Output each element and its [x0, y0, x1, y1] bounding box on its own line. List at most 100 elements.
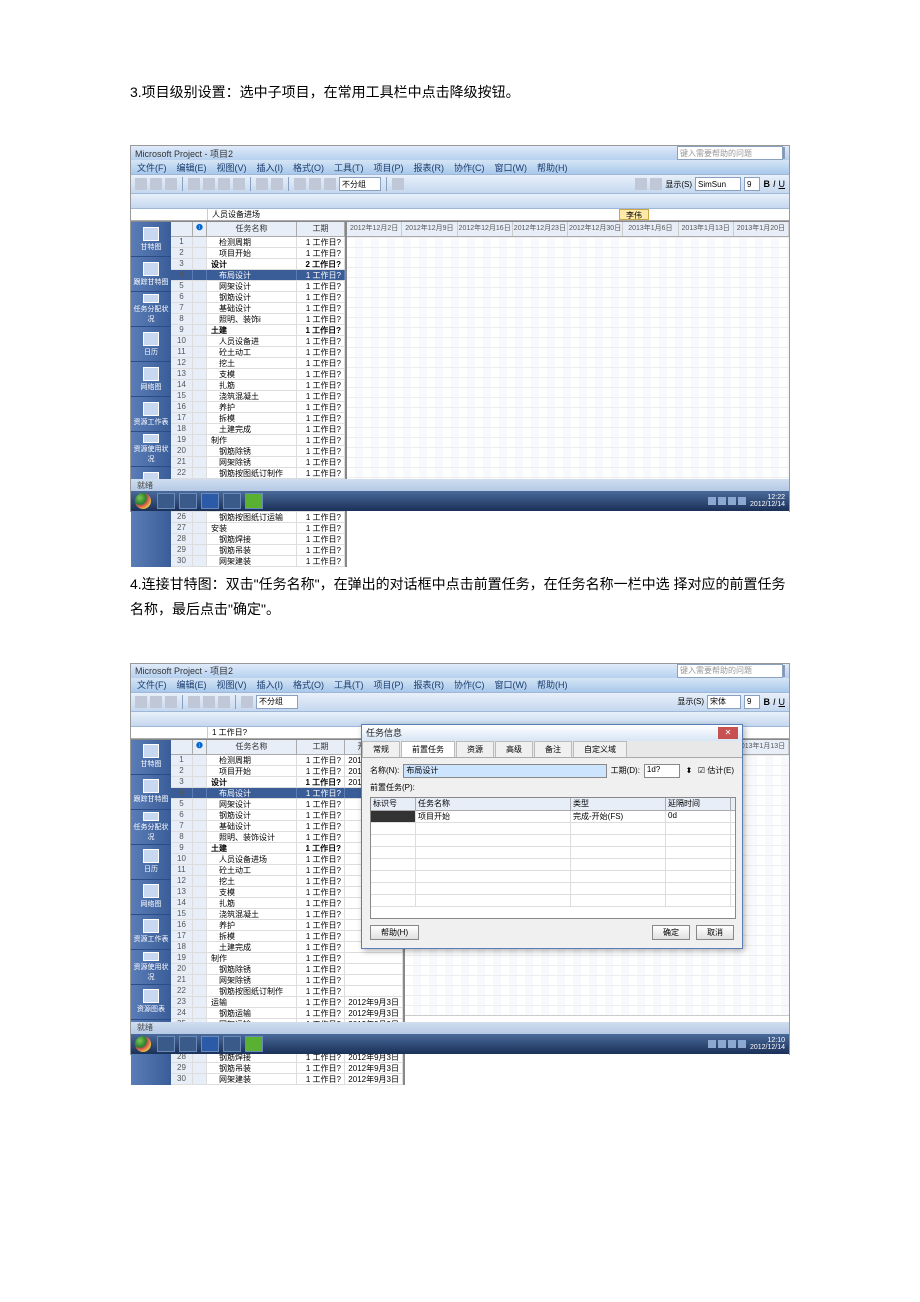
- table-row[interactable]: 24钢筋运输1 工作日?2012年9月3日: [171, 1008, 403, 1019]
- cut-icon[interactable]: [203, 178, 215, 190]
- tray-icon[interactable]: [728, 497, 736, 505]
- italic-icon[interactable]: I: [773, 697, 776, 707]
- table-row[interactable]: 18土建完成1 工作日?: [171, 424, 345, 435]
- taskbar-app[interactable]: [223, 493, 241, 509]
- menu-item[interactable]: 编辑(E): [177, 678, 207, 691]
- taskbar-app[interactable]: [223, 1036, 241, 1052]
- col-info[interactable]: ❶: [193, 740, 207, 754]
- menu-item[interactable]: 帮助(H): [537, 161, 568, 174]
- taskbar-app[interactable]: [179, 493, 197, 509]
- fontsize-select[interactable]: 9: [744, 695, 760, 709]
- dialog-tab[interactable]: 资源: [456, 741, 494, 757]
- table-row[interactable]: 10人员设备进1 工作日?: [171, 336, 345, 347]
- font-select[interactable]: 宋体: [707, 695, 741, 709]
- open-icon[interactable]: [150, 178, 162, 190]
- col-name[interactable]: 任务名称: [207, 222, 297, 236]
- print-icon[interactable]: [188, 178, 200, 190]
- dialog-tab[interactable]: 常规: [362, 741, 400, 757]
- col-name[interactable]: 任务名称: [207, 740, 297, 754]
- col-duration[interactable]: 工期: [297, 740, 345, 754]
- group-select[interactable]: 不分组: [339, 177, 381, 191]
- table-row[interactable]: 22钢筋按图纸订制作1 工作日?: [171, 468, 345, 479]
- col-duration[interactable]: 工期: [297, 222, 345, 236]
- undo-icon[interactable]: [256, 178, 268, 190]
- table-row[interactable]: 21网架除锈1 工作日?: [171, 457, 345, 468]
- menu-item[interactable]: 工具(T): [334, 161, 364, 174]
- table-row[interactable]: 30网架建装1 工作日?2012年9月3日: [171, 1074, 403, 1085]
- menu-item[interactable]: 格式(O): [293, 678, 324, 691]
- sidebar-item[interactable]: 甘特图: [131, 740, 171, 775]
- sidebar-item[interactable]: 跟踪甘特图: [131, 775, 171, 810]
- table-row[interactable]: 27安装1 工作日?: [171, 523, 345, 534]
- dialog-close-button[interactable]: ✕: [718, 727, 738, 739]
- taskbar-app[interactable]: [157, 1036, 175, 1052]
- dialog-tab[interactable]: 自定义域: [573, 741, 627, 757]
- paste-icon[interactable]: [218, 696, 230, 708]
- table-row[interactable]: 19制作1 工作日?: [171, 435, 345, 446]
- col-info[interactable]: ❶: [193, 222, 207, 236]
- table-row[interactable]: 2项目开始1 工作日?: [171, 248, 345, 259]
- menu-item[interactable]: 文件(F): [137, 161, 167, 174]
- underline-icon[interactable]: U: [779, 179, 786, 189]
- bold-icon[interactable]: B: [763, 697, 770, 707]
- link-icon[interactable]: [294, 178, 306, 190]
- cut-icon[interactable]: [188, 696, 200, 708]
- indent-icon[interactable]: [650, 178, 662, 190]
- menu-item[interactable]: 协作(C): [454, 161, 485, 174]
- bold-icon[interactable]: B: [763, 179, 770, 189]
- menu-item[interactable]: 协作(C): [454, 678, 485, 691]
- outdent-icon[interactable]: [635, 178, 647, 190]
- table-row[interactable]: 11砼土动工1 工作日?: [171, 347, 345, 358]
- table-row[interactable]: 19制作1 工作日?: [171, 953, 403, 964]
- table-row[interactable]: 29钢筋吊装1 工作日?2012年9月3日: [171, 1063, 403, 1074]
- sidebar-item[interactable]: 资源工作表: [131, 397, 171, 432]
- new-icon[interactable]: [135, 178, 147, 190]
- table-row[interactable]: 1检测周期1 工作日?: [171, 237, 345, 248]
- table-row[interactable]: 20钢筋除锈1 工作日?: [171, 446, 345, 457]
- zoom-icon[interactable]: [392, 178, 404, 190]
- sidebar-item[interactable]: 日历: [131, 327, 171, 362]
- sidebar-item[interactable]: 资源使用状况: [131, 432, 171, 467]
- menu-item[interactable]: 窗口(W): [495, 678, 528, 691]
- sidebar-item[interactable]: 任务分配状况: [131, 810, 171, 845]
- duration-input[interactable]: 1d?: [644, 764, 680, 778]
- table-row[interactable]: 30网架建装1 工作日?: [171, 556, 345, 567]
- table-row[interactable]: 5网架设计1 工作日?: [171, 281, 345, 292]
- menu-item[interactable]: 报表(R): [414, 161, 445, 174]
- taskbar-skype-icon[interactable]: [245, 1036, 263, 1052]
- dialog-tab[interactable]: 高级: [495, 741, 533, 757]
- table-row[interactable]: 6钢筋设计1 工作日?: [171, 292, 345, 303]
- tray-icon[interactable]: [718, 1040, 726, 1048]
- table-row[interactable]: 26钢筋按图纸订运输1 工作日?: [171, 512, 345, 523]
- table-row[interactable]: 4布局设计1 工作日?: [171, 270, 345, 281]
- sidebar-item[interactable]: 甘特图: [131, 222, 171, 257]
- menu-item[interactable]: 项目(P): [374, 161, 404, 174]
- table-row[interactable]: 22钢筋按图纸订制作1 工作日?: [171, 986, 403, 997]
- menu-item[interactable]: 窗口(W): [495, 161, 528, 174]
- undo-icon[interactable]: [241, 696, 253, 708]
- sidebar-item[interactable]: 跟踪甘特图: [131, 257, 171, 292]
- formula-bar[interactable]: 1 工作日?: [208, 727, 247, 738]
- menu-item[interactable]: 插入(I): [257, 161, 284, 174]
- cancel-button[interactable]: 取消: [696, 925, 734, 940]
- menu-item[interactable]: 编辑(E): [177, 161, 207, 174]
- taskbar-word-icon[interactable]: [201, 493, 219, 509]
- menu-item[interactable]: 帮助(H): [537, 678, 568, 691]
- table-row[interactable]: 29钢筋吊装1 工作日?: [171, 545, 345, 556]
- start-button[interactable]: [135, 1036, 151, 1052]
- table-row[interactable]: 8照明、装饰i1 工作日?: [171, 314, 345, 325]
- tray-icon[interactable]: [718, 497, 726, 505]
- table-row[interactable]: 15浇筑混凝土1 工作日?: [171, 391, 345, 402]
- tray-icon[interactable]: [708, 497, 716, 505]
- paste-icon[interactable]: [233, 178, 245, 190]
- table-row[interactable]: 21网架除锈1 工作日?: [171, 975, 403, 986]
- ok-button[interactable]: 确定: [652, 925, 690, 940]
- menu-item[interactable]: 文件(F): [137, 678, 167, 691]
- copy-icon[interactable]: [203, 696, 215, 708]
- help-button[interactable]: 帮助(H): [370, 925, 419, 940]
- menu-item[interactable]: 视图(V): [217, 161, 247, 174]
- sidebar-item[interactable]: 网络图: [131, 362, 171, 397]
- formula-bar[interactable]: 人员设备进场: [208, 209, 260, 220]
- menu-item[interactable]: 格式(O): [293, 161, 324, 174]
- fontsize-select[interactable]: 9: [744, 177, 760, 191]
